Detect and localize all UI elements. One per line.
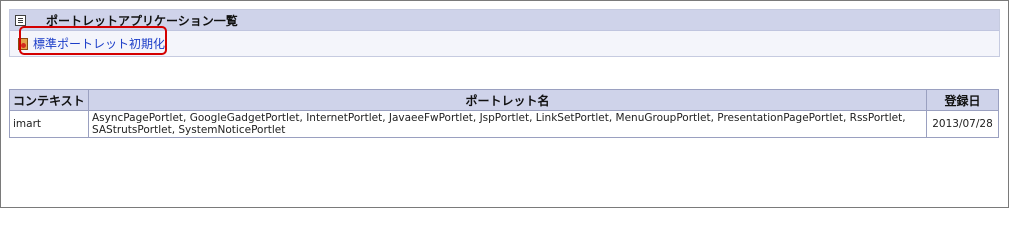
table-header-row: コンテキスト ポートレット名 登録日 (9, 89, 999, 111)
column-header-portlets: ポートレット名 (88, 89, 927, 111)
cell-context: imart (9, 110, 89, 138)
table-row: imart AsyncPagePortlet, GoogleGadgetPort… (9, 110, 999, 138)
window-frame: ポートレットアプリケーション一覧 標準ポートレット初期化 コンテキスト ポートレ… (0, 0, 1009, 208)
column-header-context: コンテキスト (9, 89, 89, 111)
cell-date: 2013/07/28 (926, 110, 999, 138)
column-header-date: 登録日 (926, 89, 999, 111)
cell-portlets: AsyncPagePortlet, GoogleGadgetPortlet, I… (88, 110, 927, 138)
portlet-table: コンテキスト ポートレット名 登録日 imart AsyncPagePortle… (9, 89, 999, 138)
highlight-box (19, 26, 167, 55)
document-icon (15, 14, 26, 26)
